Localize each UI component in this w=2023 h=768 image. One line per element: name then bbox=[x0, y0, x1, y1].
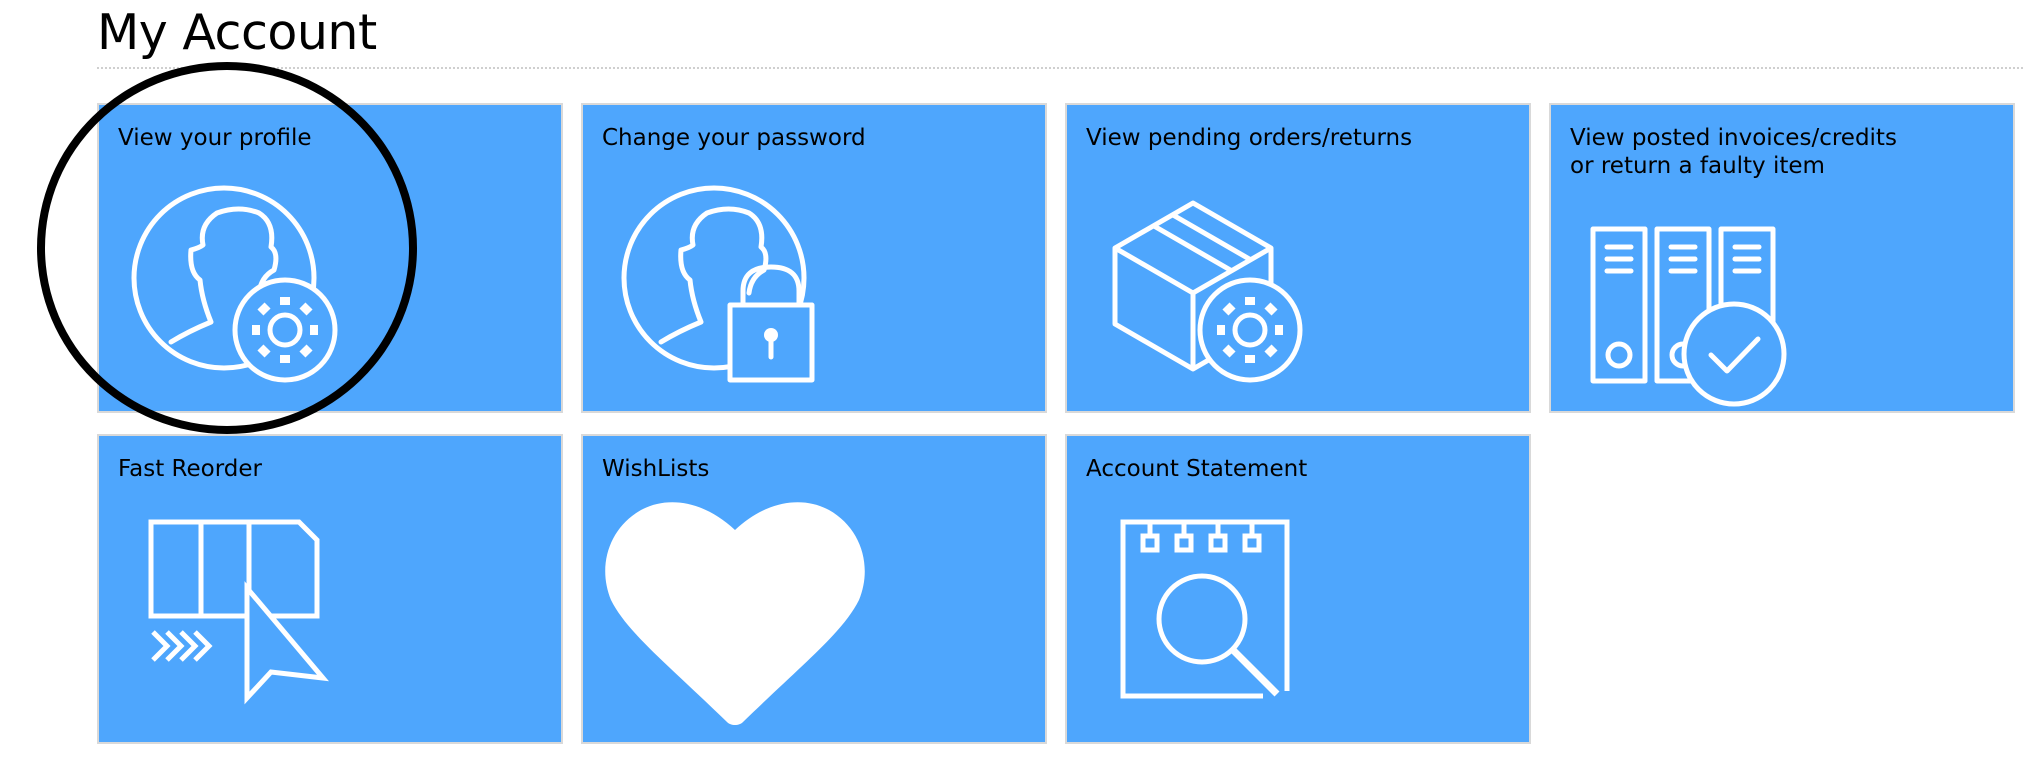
user-gear-icon bbox=[99, 105, 565, 415]
page-title: My Account bbox=[97, 4, 377, 61]
tile-fast-reorder[interactable]: Fast Reorder bbox=[97, 434, 563, 744]
my-account-page: My Account View your profile Change your… bbox=[0, 0, 2023, 768]
tile-wishlists[interactable]: WishLists bbox=[581, 434, 1047, 744]
reorder-cursor-icon bbox=[99, 436, 565, 746]
box-gear-icon bbox=[1067, 105, 1533, 415]
heart-icon bbox=[583, 436, 1049, 746]
title-divider bbox=[97, 67, 2023, 69]
binders-check-icon bbox=[1551, 105, 2017, 415]
tile-view-profile[interactable]: View your profile bbox=[97, 103, 563, 413]
user-lock-icon bbox=[583, 105, 1049, 415]
tile-posted-invoices[interactable]: View posted invoices/credits or return a… bbox=[1549, 103, 2015, 413]
tile-pending-orders[interactable]: View pending orders/returns bbox=[1065, 103, 1531, 413]
tile-account-statement[interactable]: Account Statement bbox=[1065, 434, 1531, 744]
tile-change-password[interactable]: Change your password bbox=[581, 103, 1047, 413]
notepad-search-icon bbox=[1067, 436, 1533, 746]
